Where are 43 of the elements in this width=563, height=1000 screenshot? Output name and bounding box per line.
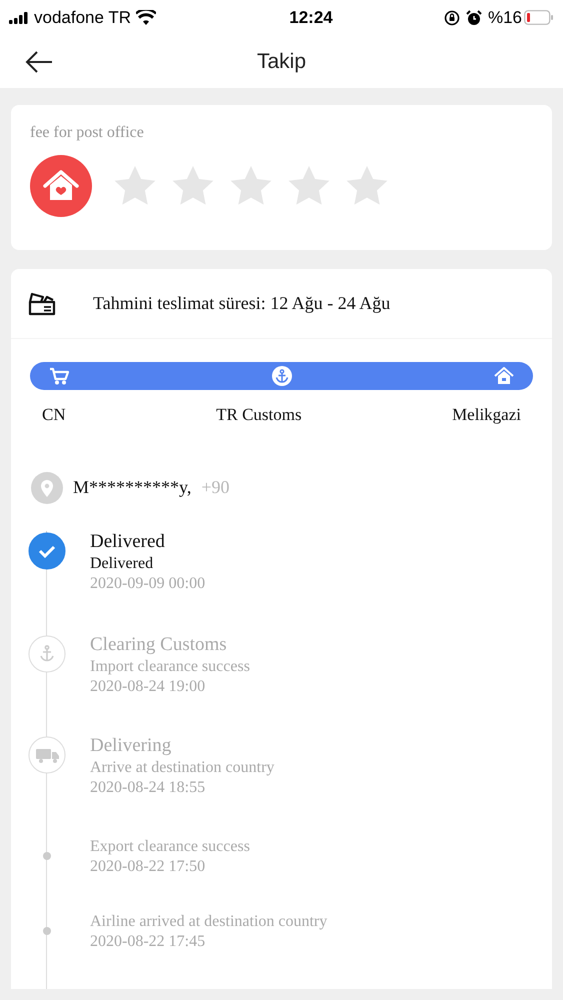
star-icon [230,166,272,206]
event-title: Clearing Customs [90,634,228,656]
event-time: 2020-08-22 17:50 [90,856,206,876]
route-stop-label: CN [42,404,66,426]
event-detail: Delivered [90,554,154,574]
house-icon [494,367,514,385]
timeline-dot-icon [43,852,51,860]
check-icon [28,532,66,570]
alarm-icon [466,10,482,26]
route-stop-label: Melikgazi [452,404,521,426]
event-detail: Import clearance success [90,656,250,676]
event-time: 2020-08-24 19:00 [90,676,206,696]
star-icon [346,166,388,206]
signal-icon [9,12,29,24]
house-icon [30,155,92,217]
wifi-icon [136,10,156,25]
clock-time: 12:24 [289,6,333,29]
event-detail: Export clearance success [90,836,250,856]
star-icon [288,166,330,206]
event-detail: Arrive at destination country [90,758,274,778]
battery-icon [524,10,554,25]
star-icon [172,166,214,206]
rotation-lock-icon [444,10,460,26]
event-time: 2020-08-22 17:45 [90,932,206,952]
star-icon [114,166,156,206]
route-stop-label: TR Customs [216,404,302,426]
timeline-dot-icon [43,926,51,934]
cart-icon [49,367,69,385]
event-time: 2020-09-09 00:00 [90,574,206,594]
anchor-icon [272,366,292,386]
battery-percent: %16 [488,6,522,29]
event-title: Delivered [90,530,166,552]
delivery-estimate: Tahmini teslimat süresi: 12 Ağu - 24 Ağu [93,292,390,315]
event-detail: Airline arrived at destination country [90,912,328,932]
rating-label: fee for post office [30,123,145,143]
carrier-name: vodafone TR [34,6,132,29]
event-time: 2020-08-24 18:55 [90,778,206,798]
recipient-phone: +90 [201,476,230,499]
package-icon [28,292,56,316]
event-title: Delivering [90,734,172,756]
recipient-name: M**********y, [73,476,192,499]
location-pin-icon [31,472,63,504]
page-title: Takip [256,48,306,75]
